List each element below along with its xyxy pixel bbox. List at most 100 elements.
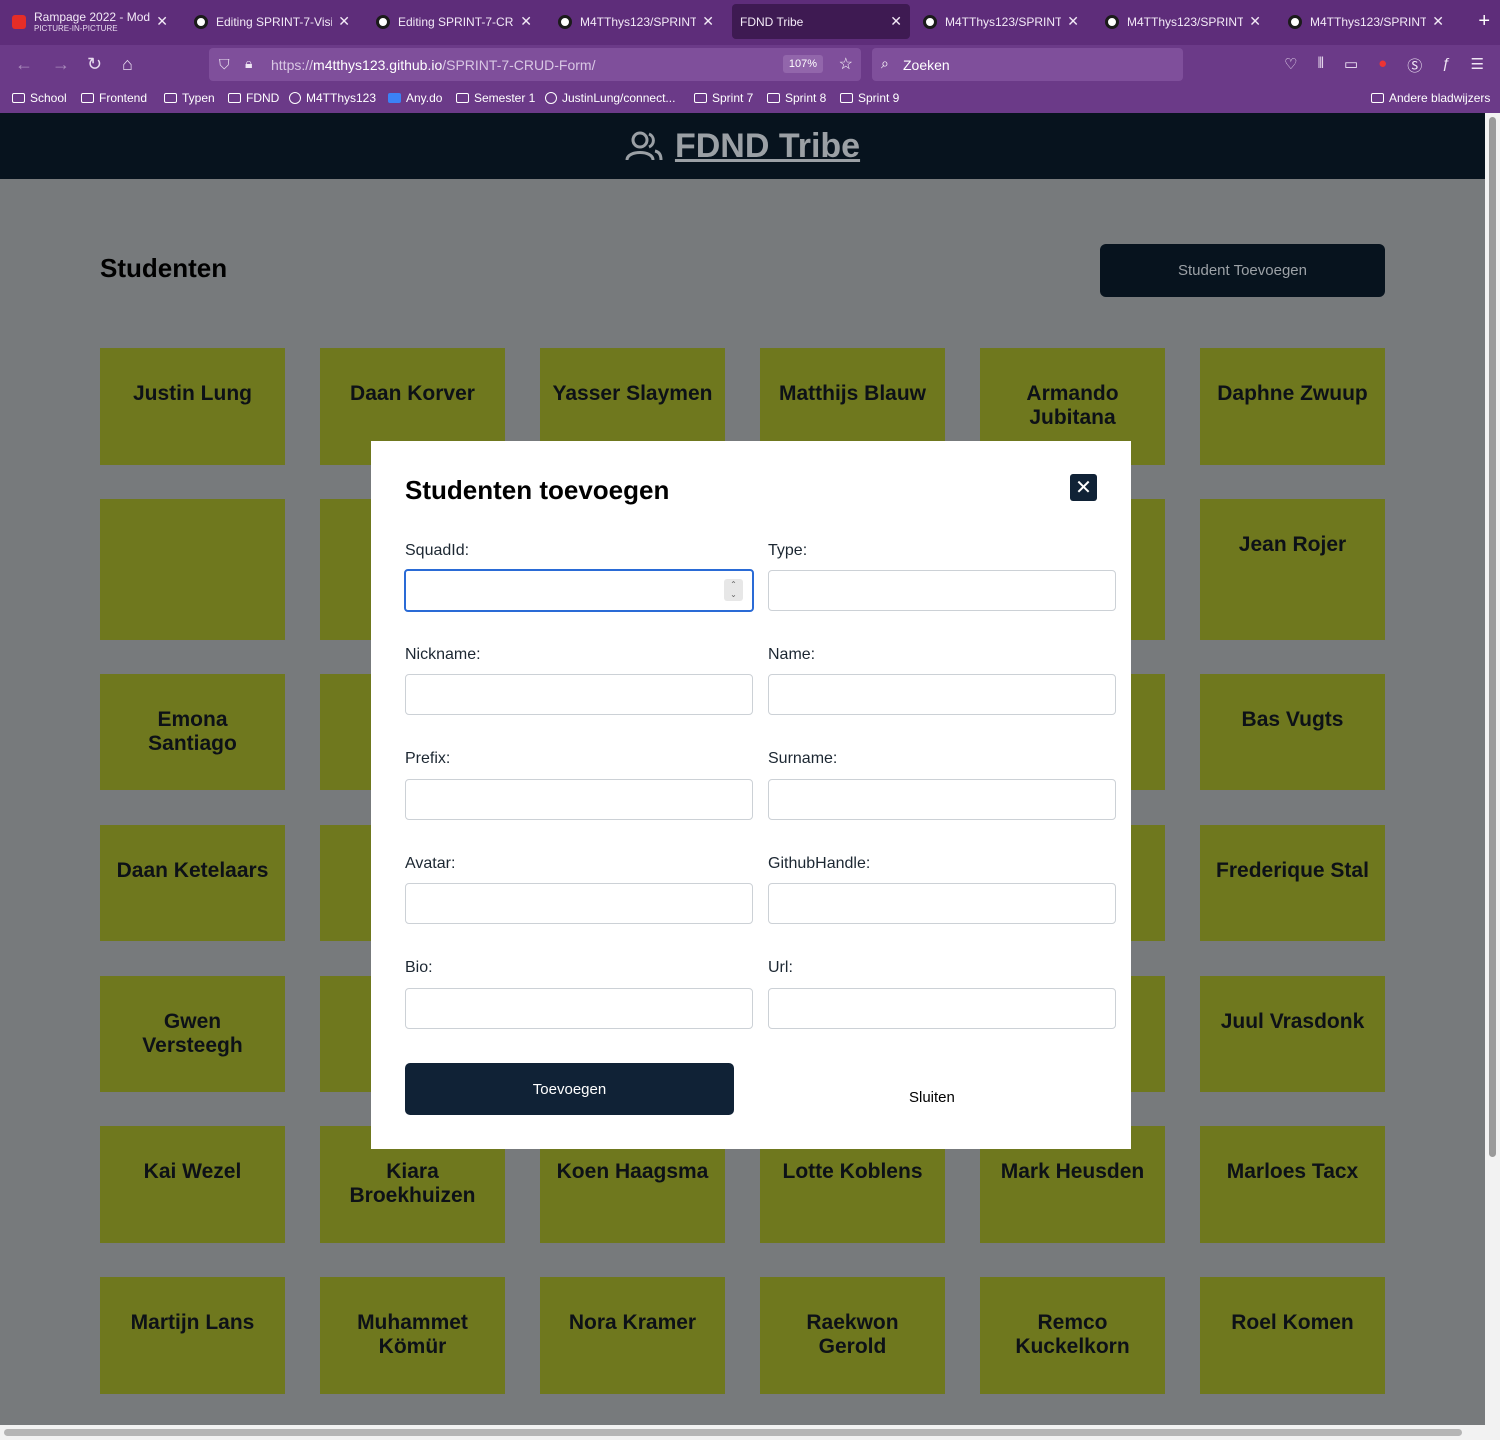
url-text[interactable]: https://m4tthys123.github.io/SPRINT-7-CR…	[271, 57, 595, 73]
bookmark-semester-1[interactable]: Semester 1	[456, 91, 535, 105]
close-icon[interactable]: ✕	[520, 13, 532, 30]
folder-icon	[767, 93, 780, 103]
student-card[interactable]	[100, 499, 285, 640]
lock-icon[interactable]: 🔒︎	[245, 55, 252, 72]
pocket-icon[interactable]: ♡	[1284, 55, 1297, 76]
bookmark-m4tthys123[interactable]: M4TThys123	[289, 91, 376, 105]
reload-icon[interactable]: ↻	[87, 54, 102, 75]
extension-lock-icon[interactable]: ●	[1378, 55, 1387, 76]
bookmark-other[interactable]: Andere bladwijzers	[1371, 91, 1490, 105]
menu-icon[interactable]: ☰	[1471, 55, 1484, 76]
student-card[interactable]: Muhammet Kömür	[320, 1277, 505, 1394]
github-icon	[194, 14, 208, 29]
add-student-modal: Studenten toevoegen ✕ SquadId: ⌃ ⌄ Type: …	[371, 441, 1131, 1149]
student-card[interactable]: Gwen Versteegh	[100, 976, 285, 1092]
close-icon[interactable]: ✕	[1249, 13, 1261, 30]
bookmark-sprint-9[interactable]: Sprint 9	[840, 91, 899, 105]
submit-button[interactable]: Toevoegen	[405, 1063, 734, 1115]
nickname-input[interactable]	[405, 674, 753, 715]
surname-input[interactable]	[768, 779, 1116, 820]
bookmark-school[interactable]: School	[12, 91, 67, 105]
student-card[interactable]: Martijn Lans	[100, 1277, 285, 1394]
close-icon[interactable]: ✕	[702, 13, 714, 30]
folder-icon	[12, 93, 25, 103]
surname-label: Surname:	[768, 750, 838, 767]
student-card[interactable]: Bas Vugts	[1200, 674, 1385, 790]
number-stepper[interactable]: ⌃ ⌄	[724, 579, 743, 601]
student-card[interactable]: Juul Vrasdonk	[1200, 976, 1385, 1092]
student-card[interactable]: Roel Komen	[1200, 1277, 1385, 1394]
tab-github-sprint9[interactable]: M4TThys123/SPRINT-9- ✕	[1280, 4, 1452, 39]
close-icon[interactable]: ✕	[338, 13, 350, 30]
tab-github-sprint7-c[interactable]: M4TThys123/SPRINT-7- ✕	[1097, 4, 1269, 39]
student-card[interactable]: Raekwon Gerold	[760, 1277, 945, 1394]
extension-function-icon[interactable]: ƒ	[1442, 55, 1450, 76]
address-bar[interactable]: ⛉ 🔒︎ https://m4tthys123.github.io/SPRINT…	[209, 48, 861, 81]
folder-icon	[456, 93, 469, 103]
student-card[interactable]: Daphne Zwuup	[1200, 348, 1385, 465]
student-card[interactable]: Frederique Stal	[1200, 825, 1385, 941]
library-icon[interactable]: ⫴	[1318, 55, 1324, 76]
tab-editing-crud[interactable]: Editing SPRINT-7-CRUD ✕	[368, 4, 540, 39]
student-card[interactable]: Daan Ketelaars	[100, 825, 285, 941]
bookmark-typen[interactable]: Typen	[164, 91, 215, 105]
student-card[interactable]: Emona Santiago	[100, 674, 285, 790]
new-tab-plus-icon[interactable]: +	[1478, 10, 1490, 33]
close-icon[interactable]: ✕	[1070, 474, 1097, 501]
student-card[interactable]: Jean Rojer	[1200, 499, 1385, 640]
site-title-link[interactable]: FDND Tribe	[675, 127, 860, 166]
folder-icon	[1371, 93, 1384, 103]
close-icon[interactable]: ✕	[890, 13, 902, 30]
horizontal-scrollbar[interactable]	[0, 1425, 1500, 1440]
tab-github-sprint7-b[interactable]: M4TThys123/SPRINT-7- ✕	[915, 4, 1087, 39]
bookmark-fdnd[interactable]: FDND	[228, 91, 279, 105]
anydo-icon	[388, 93, 401, 103]
home-icon[interactable]: ⌂	[122, 54, 133, 75]
zoom-level[interactable]: 107%	[782, 55, 823, 73]
tab-title: Rampage 2022 - Modes	[34, 10, 151, 24]
type-input[interactable]	[768, 570, 1116, 611]
github-icon	[558, 14, 572, 29]
close-icon[interactable]: ✕	[1432, 13, 1444, 30]
close-button[interactable]: Sluiten	[909, 1089, 955, 1106]
type-label: Type:	[768, 542, 808, 559]
tab-subtitle: PICTURE-IN-PICTURE	[34, 24, 118, 33]
githubhandle-input[interactable]	[768, 883, 1116, 924]
tab-fdnd-tribe[interactable]: FDND Tribe ✕	[732, 4, 910, 39]
bookmark-sprint-7[interactable]: Sprint 7	[694, 91, 753, 105]
scrollbar-thumb[interactable]	[4, 1429, 1462, 1436]
tab-editing-visiter[interactable]: Editing SPRINT-7-Visiter ✕	[186, 4, 358, 39]
tab-title: FDND Tribe	[740, 14, 804, 29]
bookmark-justinlung[interactable]: JustinLung/connect...	[545, 91, 675, 105]
bookmark-star-icon[interactable]: ☆	[839, 54, 853, 74]
name-input[interactable]	[768, 674, 1116, 715]
search-bar[interactable]: ⌕ Zoeken	[872, 48, 1183, 81]
tab-title: M4TThys123/SPRINT-7-	[580, 14, 697, 29]
student-card[interactable]: Nora Kramer	[540, 1277, 725, 1394]
tab-github-sprint7-a[interactable]: M4TThys123/SPRINT-7- ✕	[550, 4, 722, 39]
student-card[interactable]: Kai Wezel	[100, 1126, 285, 1243]
squadid-input[interactable]: ⌃ ⌄	[404, 569, 754, 612]
vertical-scrollbar[interactable]	[1485, 113, 1500, 1425]
extension-s-icon[interactable]: Ⓢ	[1407, 55, 1422, 76]
student-card[interactable]: Marloes Tacx	[1200, 1126, 1385, 1243]
bookmark-sprint-8[interactable]: Sprint 8	[767, 91, 826, 105]
forward-arrow-icon[interactable]: →	[52, 54, 70, 75]
student-card[interactable]: Justin Lung	[100, 348, 285, 465]
close-icon[interactable]: ✕	[1067, 13, 1079, 30]
bookmark-frontend[interactable]: Frontend	[81, 91, 147, 105]
back-arrow-icon[interactable]: ←	[15, 54, 33, 75]
url-input[interactable]	[768, 988, 1116, 1029]
bookmark-anydo[interactable]: Any.do	[388, 91, 442, 105]
scrollbar-thumb[interactable]	[1489, 117, 1496, 1157]
sidebar-icon[interactable]: ▭	[1344, 55, 1358, 76]
bio-input[interactable]	[405, 988, 753, 1029]
add-student-button[interactable]: Student Toevoegen	[1100, 244, 1385, 297]
prefix-input[interactable]	[405, 779, 753, 820]
student-card[interactable]: Remco Kuckelkorn	[980, 1277, 1165, 1394]
tab-title: M4TThys123/SPRINT-7-	[945, 14, 1062, 29]
close-icon[interactable]: ✕	[156, 13, 168, 30]
tab-rampage[interactable]: Rampage 2022 - Modes PICTURE-IN-PICTURE ✕	[4, 4, 176, 39]
shield-icon[interactable]: ⛉	[219, 56, 230, 73]
avatar-input[interactable]	[405, 883, 753, 924]
